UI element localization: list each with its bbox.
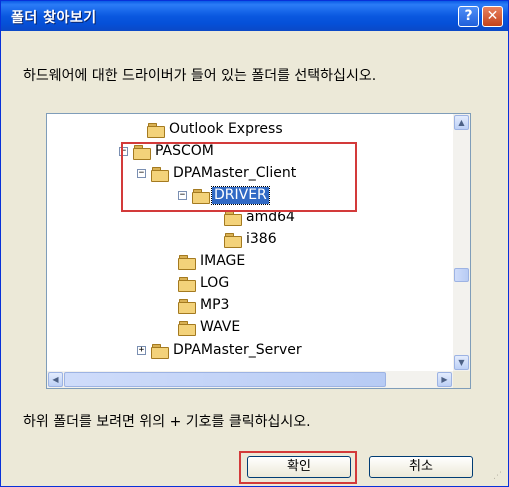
cancel-button[interactable]: 취소 [369, 456, 473, 478]
expand-icon[interactable]: + [137, 346, 146, 355]
tree-node-label[interactable]: DPAMaster_Server [171, 342, 304, 359]
browse-folder-dialog: 폴더 찾아보기 ? ✕ 하드웨어에 대한 드라이버가 들어 있는 폴더를 선택하… [0, 0, 509, 487]
title-bar[interactable]: 폴더 찾아보기 ? ✕ [1, 1, 508, 31]
horizontal-scrollbar[interactable]: ◀ ▶ [47, 371, 453, 388]
close-button[interactable]: ✕ [482, 6, 503, 27]
scroll-down-icon[interactable]: ▼ [454, 355, 469, 370]
folder-icon [224, 233, 242, 248]
highlight-box-ok [239, 451, 357, 484]
highlight-box-tree [121, 142, 357, 212]
dialog-title: 폴더 찾아보기 [11, 10, 97, 26]
tree-node-label[interactable]: LOG [198, 275, 231, 292]
folder-icon [178, 255, 196, 270]
tree-node-label[interactable]: IMAGE [198, 253, 247, 270]
instruction-text: 하드웨어에 대한 드라이버가 들어 있는 폴더를 선택하십시오. [23, 68, 377, 84]
tree-node-label[interactable]: i386 [244, 231, 279, 248]
folder-icon [178, 277, 196, 292]
vertical-scrollbar[interactable]: ▲ ▼ [453, 114, 470, 371]
scrollbar-corner [453, 371, 470, 388]
folder-icon [224, 211, 242, 226]
horizontal-scroll-thumb[interactable] [64, 372, 386, 387]
scroll-up-icon[interactable]: ▲ [454, 115, 469, 130]
folder-icon [147, 123, 165, 138]
tree-node-label[interactable]: MP3 [198, 297, 231, 314]
resize-grip-icon[interactable]: ⋰ [493, 471, 505, 483]
hint-text: 하위 폴더를 보려면 위의 + 기호를 클릭하십시오. [23, 414, 311, 430]
folder-icon [151, 344, 169, 359]
scroll-left-icon[interactable]: ◀ [48, 372, 63, 387]
help-button[interactable]: ? [458, 6, 479, 27]
vertical-scroll-thumb[interactable] [454, 268, 469, 282]
scroll-right-icon[interactable]: ▶ [437, 372, 452, 387]
folder-icon [178, 299, 196, 314]
tree-node-label[interactable]: WAVE [198, 319, 242, 336]
folder-icon [178, 321, 196, 336]
tree-node-label[interactable]: Outlook Express [167, 121, 285, 138]
